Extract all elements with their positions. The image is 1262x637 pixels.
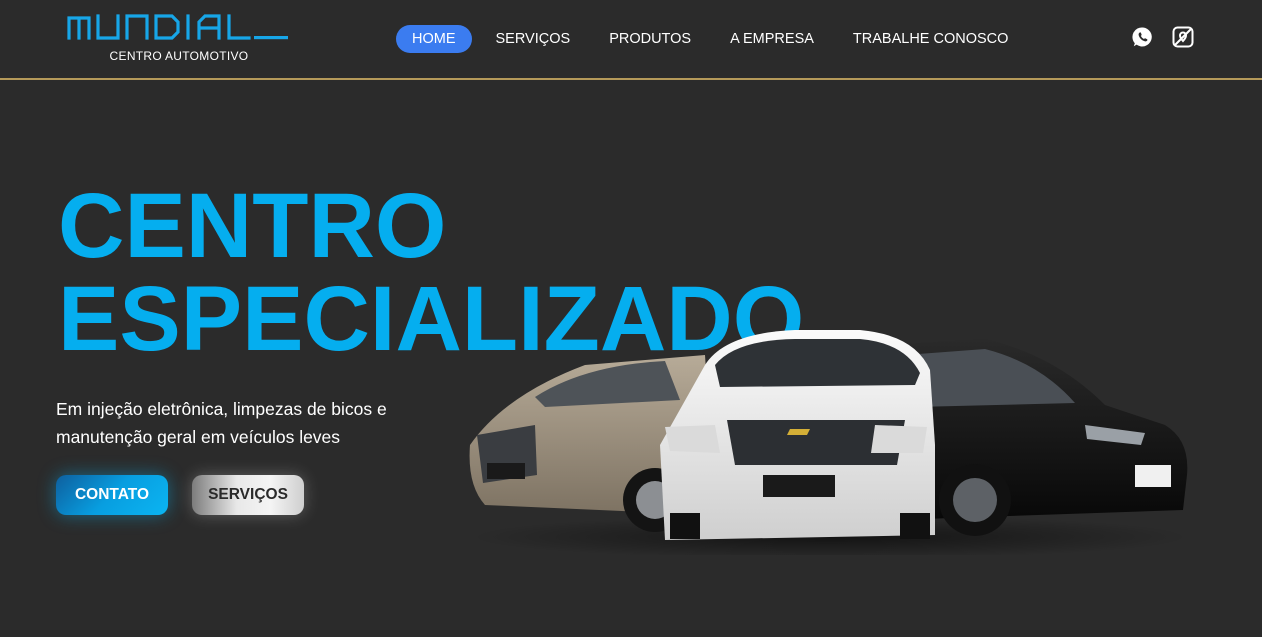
brand-subtitle: CENTRO AUTOMOTIVO bbox=[109, 49, 249, 63]
hero-title-line1: CENTRO bbox=[58, 175, 447, 277]
nav-a-empresa[interactable]: A EMPRESA bbox=[730, 25, 814, 53]
brand-logo[interactable]: CENTRO AUTOMOTIVO bbox=[66, 12, 292, 66]
main-nav: HOME SERVIÇOS PRODUTOS A EMPRESA TRABALH… bbox=[396, 25, 1047, 53]
whatsapp-icon[interactable] bbox=[1132, 26, 1154, 48]
servicos-button[interactable]: SERVIÇOS bbox=[192, 475, 304, 515]
brand-logo-wordmark bbox=[67, 14, 288, 40]
nav-trabalhe-conosco[interactable]: TRABALHE CONOSCO bbox=[853, 25, 1009, 53]
contato-button[interactable]: CONTATO bbox=[56, 475, 168, 515]
hero-description: Em injeção eletrônica, limpezas de bicos… bbox=[56, 399, 387, 447]
nav-servicos[interactable]: SERVIÇOS bbox=[496, 25, 571, 53]
nav-home[interactable]: HOME bbox=[396, 25, 472, 53]
nav-produtos[interactable]: PRODUTOS bbox=[609, 25, 691, 53]
site-header: CENTRO AUTOMOTIVO HOME SERVIÇOS PRODUTOS… bbox=[0, 0, 1262, 80]
location-icon[interactable] bbox=[1172, 26, 1194, 48]
cars-image bbox=[465, 325, 1195, 559]
